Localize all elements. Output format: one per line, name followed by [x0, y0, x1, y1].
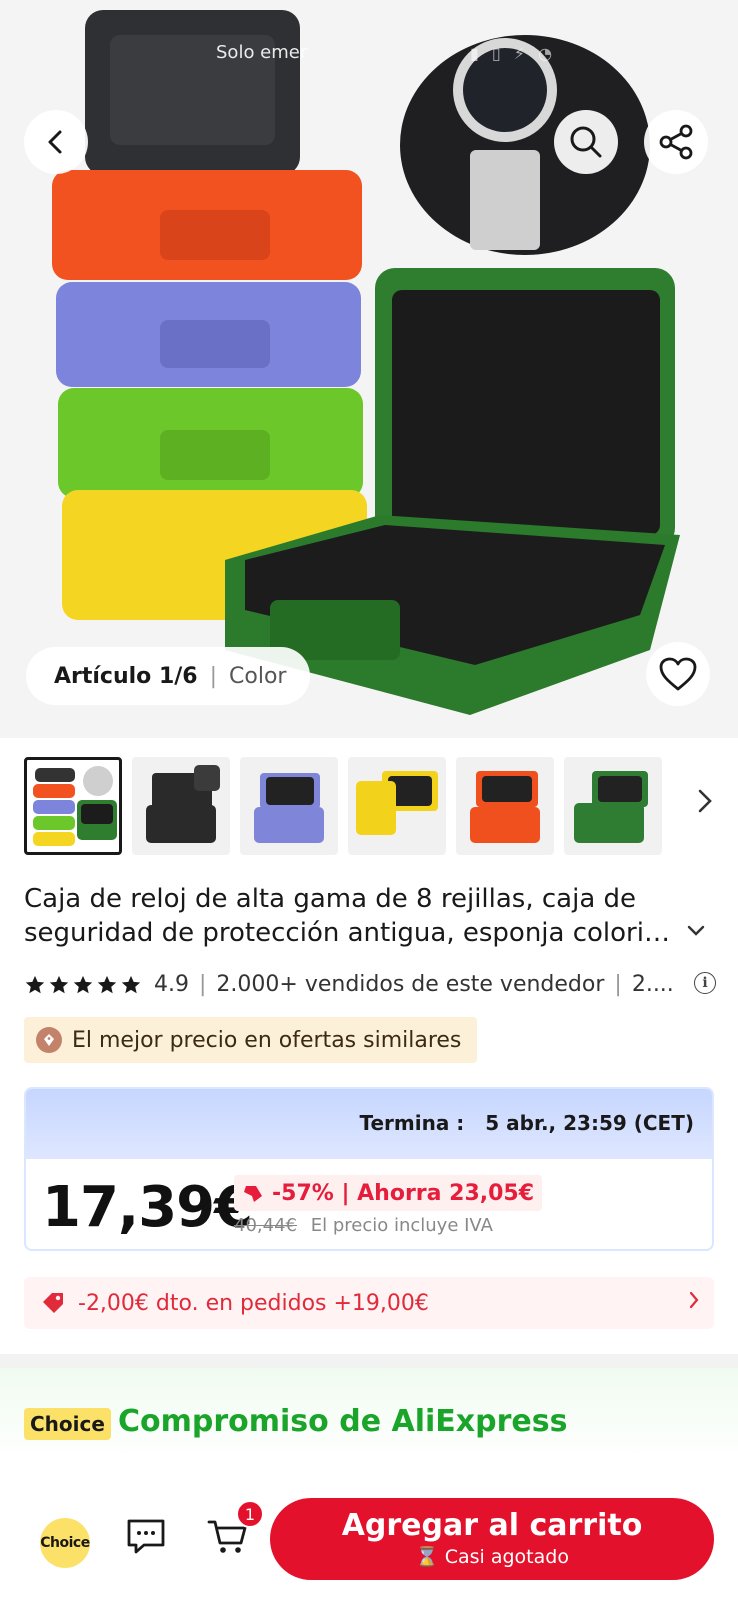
coupon-text: -2,00€ dto. en pedidos +19,00€: [78, 1290, 429, 1316]
thumbnail-1[interactable]: [24, 757, 122, 855]
section-divider: [0, 1354, 738, 1368]
sold-count: 2.000+ vendidos de este vendedor: [216, 972, 605, 997]
share-icon: [659, 124, 693, 160]
price-details: 40,44€ El precio incluye IVA: [234, 1215, 493, 1236]
commitment-title: Compromiso de AliExpress: [118, 1404, 568, 1439]
cart-count-badge: 1: [236, 1500, 264, 1528]
star-rating: [24, 974, 142, 996]
rating-separator: |: [199, 972, 207, 997]
coupon-tag-icon: [43, 1293, 63, 1313]
message-button[interactable]: [124, 1514, 168, 1562]
thumbnail-3[interactable]: [240, 757, 338, 855]
add-to-cart-label: Agregar al carrito: [341, 1508, 643, 1543]
promo-banner: Termina : 5 abr., 23:59 (CET): [26, 1089, 712, 1159]
product-title-line-1: Caja de reloj de alta gama de 8 rejillas…: [24, 884, 637, 914]
choice-store-button[interactable]: Choice: [40, 1518, 90, 1568]
coupon-bar[interactable]: -2,00€ dto. en pedidos +19,00€: [24, 1277, 714, 1329]
heart-icon: [659, 657, 697, 691]
search-icon: [570, 126, 602, 158]
stock-note: ⌛ Casi agotado: [415, 1546, 569, 1568]
choice-commitment-section[interactable]: Choice Compromiso de AliExpress: [0, 1368, 738, 1460]
discount-text: -57% | Ahorra 23,05€: [272, 1180, 535, 1206]
image-counter-pill[interactable]: Artículo 1/6 | Color: [26, 647, 311, 705]
thumbnail-6[interactable]: [564, 757, 662, 855]
chevron-right-icon: [689, 1291, 699, 1309]
product-photo: [0, 0, 738, 738]
chat-icon: [127, 1519, 165, 1554]
back-button[interactable]: [24, 110, 88, 174]
chevron-left-icon: [48, 130, 62, 154]
rating-value: 4.9: [154, 972, 189, 997]
star-icon: [97, 975, 117, 993]
chevron-down-icon[interactable]: [686, 924, 706, 938]
thumbnail-next-button[interactable]: [696, 787, 714, 822]
ends-label: Termina :: [359, 1111, 465, 1135]
product-title-line-2: seguridad de protección antigua, esponja…: [24, 918, 674, 948]
rating-more: 2....: [631, 972, 674, 997]
info-icon[interactable]: i: [694, 972, 716, 994]
original-price: 40,44€: [234, 1215, 297, 1236]
share-button[interactable]: [644, 110, 708, 174]
star-icon: [73, 975, 93, 993]
choice-badge: Choice: [24, 1408, 111, 1440]
star-icon: [25, 975, 45, 993]
price-tag-icon: [36, 1027, 62, 1053]
rating-separator-2: |: [614, 972, 622, 997]
best-price-text: El mejor precio en ofertas similares: [72, 1027, 462, 1053]
pill-separator: |: [209, 663, 218, 689]
status-bar-network: Solo emer: [216, 42, 308, 63]
thumbnail-4[interactable]: [348, 757, 446, 855]
thumbnail-5[interactable]: [456, 757, 554, 855]
current-price: 17,39€: [42, 1175, 253, 1240]
product-title[interactable]: Caja de reloj de alta gama de 8 rejillas…: [24, 882, 714, 950]
star-icon: [121, 975, 141, 993]
best-price-badge: El mejor precio en ofertas similares: [24, 1017, 478, 1063]
star-icon: [49, 975, 69, 993]
arrow-down-icon: [244, 1186, 262, 1202]
rating-row[interactable]: 4.9 | 2.000+ vendidos de este vendedor |…: [24, 972, 714, 997]
status-bar-icons: ▮ ▯ ⚡ ◔: [470, 44, 557, 63]
price-card: Termina : 5 abr., 23:59 (CET) 17,39€ -57…: [24, 1087, 714, 1251]
promo-end-time: Termina : 5 abr., 23:59 (CET): [359, 1111, 694, 1135]
thumbnail-2[interactable]: [132, 757, 230, 855]
variant-label: Color: [229, 663, 287, 689]
chevron-right-icon: [698, 789, 712, 813]
bottom-action-bar: Choice 1 Agregar al carrito ⌛ Casi agota…: [0, 1486, 738, 1600]
discount-tag: -57% | Ahorra 23,05€: [234, 1175, 543, 1211]
vat-note: El precio incluye IVA: [310, 1215, 493, 1236]
article-counter: Artículo 1/6: [54, 663, 198, 689]
add-to-cart-button[interactable]: Agregar al carrito ⌛ Casi agotado: [270, 1498, 714, 1580]
thumbnail-strip[interactable]: [24, 757, 714, 857]
wishlist-button[interactable]: [646, 642, 710, 706]
ends-value: 5 abr., 23:59 (CET): [485, 1111, 694, 1135]
product-image-gallery[interactable]: Solo emer ▮ ▯ ⚡ ◔ Artículo 1/6 | Color: [0, 0, 738, 738]
search-button[interactable]: [554, 110, 618, 174]
